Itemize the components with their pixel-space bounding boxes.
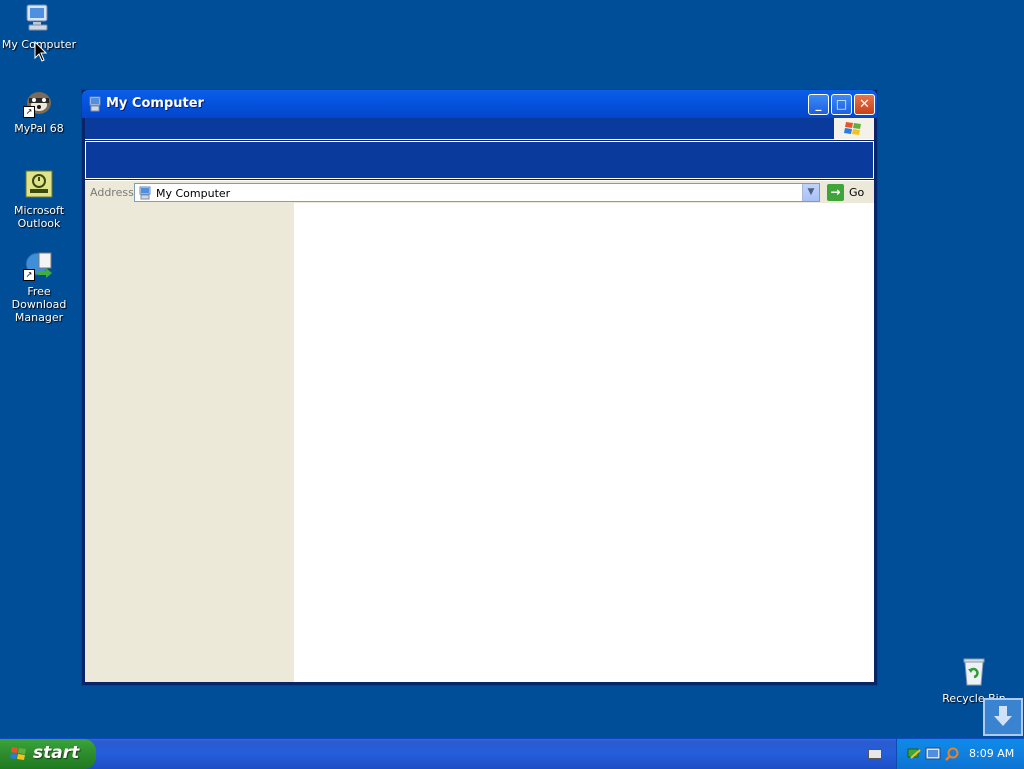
- maximize-icon: □: [835, 97, 848, 111]
- desktop-icon-mypal[interactable]: ↗ MyPal 68: [0, 86, 78, 135]
- address-bar: Address My Computer ▼ → Go: [85, 180, 874, 203]
- desktop-icon-label: Free Download Manager: [11, 285, 67, 324]
- address-label: Address: [90, 186, 134, 199]
- clock[interactable]: 8:09 AM: [969, 747, 1014, 760]
- close-icon: ✕: [859, 97, 870, 112]
- system-tray: 8:09 AM: [896, 739, 1024, 769]
- my-computer-icon: [139, 186, 151, 200]
- download-manager-icon: ↗: [23, 249, 55, 281]
- download-arrow-icon: [994, 706, 1012, 726]
- recycle-bin-icon: [958, 656, 990, 688]
- go-arrow-icon: →: [827, 184, 844, 201]
- chevron-down-icon: ▼: [807, 187, 815, 197]
- minimize-button[interactable]: _: [808, 94, 829, 115]
- desktop-icon-fdm[interactable]: ↗ Free Download Manager: [0, 249, 78, 324]
- toolbar[interactable]: [85, 141, 874, 179]
- task-pane[interactable]: [85, 203, 294, 682]
- maximize-button[interactable]: □: [831, 94, 852, 115]
- start-label: start: [33, 743, 80, 763]
- keyboard-icon[interactable]: [868, 749, 882, 759]
- outlook-icon: [23, 168, 55, 200]
- window-titlebar[interactable]: My Computer _ □ ✕: [82, 90, 877, 118]
- windows-flag-icon: [844, 122, 861, 135]
- search-icon[interactable]: [944, 746, 960, 762]
- content-area[interactable]: [85, 203, 874, 682]
- address-value: My Computer: [156, 187, 231, 200]
- minimize-icon: _: [815, 97, 822, 111]
- taskbar: start 8:09 AM: [0, 738, 1024, 769]
- my-computer-icon: [89, 96, 101, 112]
- download-drop-box[interactable]: [983, 698, 1023, 736]
- my-computer-window[interactable]: My Computer _ □ ✕ Address My Computer ▼ …: [81, 89, 878, 686]
- address-input[interactable]: My Computer ▼: [134, 183, 820, 202]
- start-button[interactable]: start: [0, 739, 96, 769]
- windows-logo: [834, 118, 874, 139]
- display-icon[interactable]: [925, 746, 941, 762]
- desktop-icon-label: Microsoft Outlook: [13, 204, 65, 230]
- window-title: My Computer: [106, 96, 204, 111]
- desktop-icon-label: MyPal 68: [14, 122, 64, 135]
- close-button[interactable]: ✕: [854, 94, 875, 115]
- desktop-icon-outlook[interactable]: Microsoft Outlook: [0, 168, 78, 230]
- network-icon[interactable]: [906, 746, 922, 762]
- address-dropdown-button[interactable]: ▼: [802, 184, 819, 201]
- shortcut-arrow-icon: ↗: [23, 269, 35, 281]
- shortcut-arrow-icon: ↗: [23, 106, 35, 118]
- my-computer-icon: [23, 2, 55, 34]
- menu-bar[interactable]: [85, 118, 874, 140]
- mouse-cursor-icon: [34, 41, 48, 62]
- windows-flag-icon: [10, 747, 26, 760]
- go-label: Go: [849, 186, 865, 199]
- go-button[interactable]: → Go: [825, 183, 869, 202]
- raccoon-icon: ↗: [23, 86, 55, 118]
